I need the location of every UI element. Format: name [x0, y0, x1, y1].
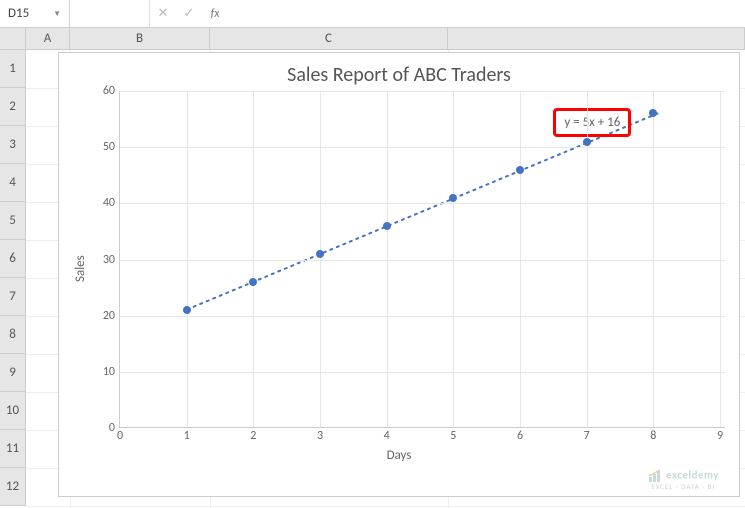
column-header[interactable]: C: [210, 28, 448, 49]
worksheet-grid: ABC 123456789101112 Sales Report of ABC …: [0, 28, 745, 508]
x-tick-label: 8: [650, 429, 656, 443]
row-header[interactable]: 1: [0, 50, 26, 88]
row-header[interactable]: 12: [0, 468, 26, 506]
y-tick-label: 10: [103, 365, 115, 379]
data-point[interactable]: [183, 306, 191, 314]
data-point[interactable]: [449, 194, 457, 202]
data-point[interactable]: [316, 250, 324, 258]
name-box[interactable]: D15 ▼: [0, 0, 70, 27]
accept-icon[interactable]: ✓: [176, 0, 202, 27]
y-axis-label: Sales: [73, 91, 91, 446]
watermark: exceldemy EXCEL · DATA · BI: [648, 469, 719, 490]
data-point[interactable]: [249, 278, 257, 286]
data-point[interactable]: [649, 109, 657, 117]
data-point[interactable]: [383, 222, 391, 230]
formula-bar: D15 ▼ ✕ ✓ fx: [0, 0, 745, 28]
cell-area[interactable]: Sales Report of ABC Traders Sales 010203…: [26, 50, 745, 508]
watermark-tagline: EXCEL · DATA · BI: [648, 483, 719, 490]
name-box-value: D15: [8, 6, 29, 21]
spacer: [70, 0, 150, 27]
column-headers: ABC: [0, 28, 745, 50]
chart-title: Sales Report of ABC Traders: [73, 63, 725, 87]
x-tick-label: 1: [184, 429, 190, 443]
x-tick-label: 4: [384, 429, 390, 443]
x-axis-label: Days: [73, 448, 725, 463]
row-header[interactable]: 6: [0, 240, 26, 278]
row-headers: 123456789101112: [0, 50, 26, 506]
y-axis-ticks: 0102030405060: [91, 91, 119, 446]
column-header[interactable]: A: [26, 28, 70, 49]
row-header[interactable]: 10: [0, 392, 26, 430]
data-point[interactable]: [583, 138, 591, 146]
x-tick-label: 9: [717, 429, 723, 443]
chevron-down-icon[interactable]: ▼: [53, 9, 61, 19]
trendline-equation: y = 5x + 16: [553, 108, 631, 137]
y-tick-label: 60: [103, 84, 115, 98]
watermark-brand: exceldemy: [666, 469, 719, 482]
y-tick-label: 20: [103, 309, 115, 323]
row-header[interactable]: 8: [0, 316, 26, 354]
plot-area: Sales 0102030405060 y = 5x + 16 01234567…: [73, 91, 725, 446]
cancel-icon[interactable]: ✕: [150, 0, 176, 27]
formula-input[interactable]: [228, 0, 745, 27]
row-header[interactable]: 11: [0, 430, 26, 468]
x-tick-label: 0: [117, 429, 123, 443]
column-header[interactable]: [448, 28, 745, 49]
x-tick-label: 2: [250, 429, 256, 443]
column-header[interactable]: B: [70, 28, 210, 49]
fx-icon[interactable]: fx: [202, 0, 228, 27]
plot: y = 5x + 16 0123456789: [119, 91, 725, 428]
x-tick-label: 6: [517, 429, 523, 443]
y-tick-label: 30: [103, 253, 115, 267]
select-all-cell[interactable]: [0, 28, 26, 49]
embedded-chart[interactable]: Sales Report of ABC Traders Sales 010203…: [58, 52, 740, 497]
data-point[interactable]: [516, 166, 524, 174]
x-tick-label: 5: [450, 429, 456, 443]
x-tick-label: 3: [317, 429, 323, 443]
y-tick-label: 40: [103, 196, 115, 210]
x-axis-ticks: 0 1 2 3 4 5 6 7 8 9: [120, 429, 725, 445]
row-header[interactable]: 9: [0, 354, 26, 392]
watermark-icon: [648, 469, 664, 483]
x-tick-label: 7: [584, 429, 590, 443]
y-tick-label: 50: [103, 140, 115, 154]
row-header[interactable]: 7: [0, 278, 26, 316]
y-tick-label: 0: [109, 421, 115, 435]
row-header[interactable]: 3: [0, 126, 26, 164]
row-header[interactable]: 4: [0, 164, 26, 202]
row-header[interactable]: 5: [0, 202, 26, 240]
row-header[interactable]: 2: [0, 88, 26, 126]
